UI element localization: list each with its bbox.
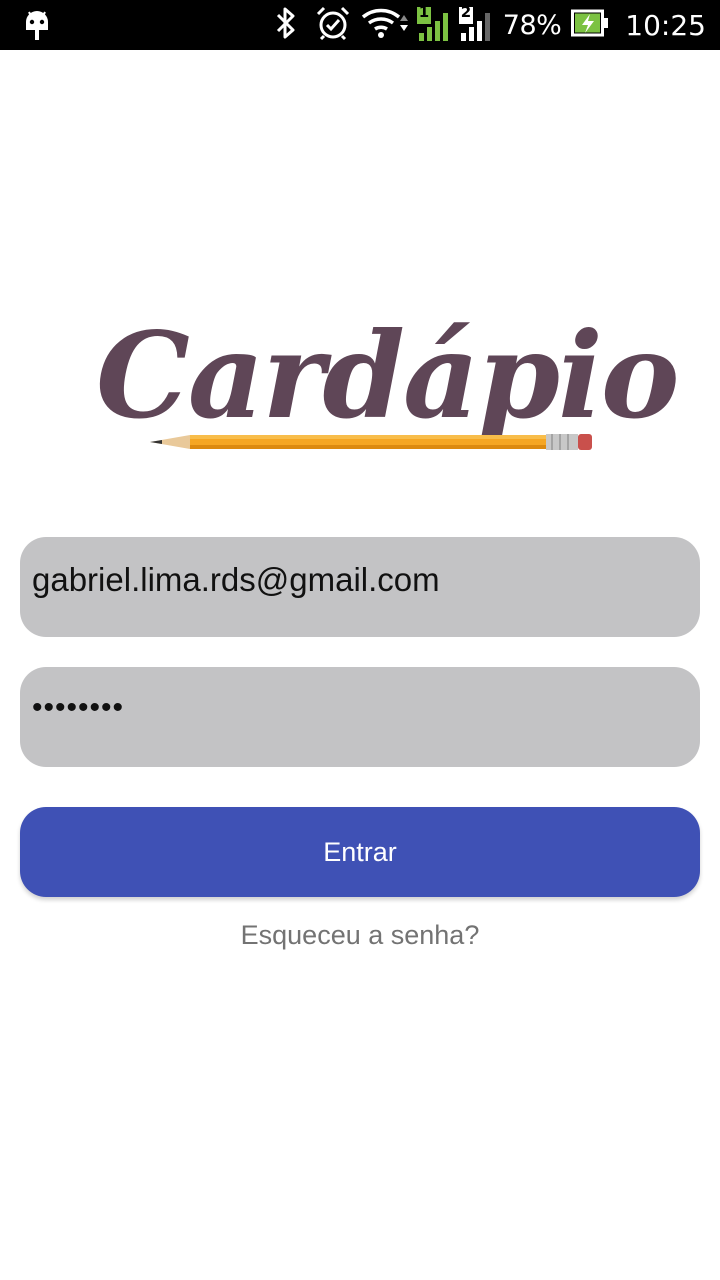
app-logo: Cardápio xyxy=(96,306,680,472)
alarm-icon xyxy=(315,5,351,46)
login-button[interactable]: Entrar xyxy=(20,807,700,897)
sim1-label: 1 xyxy=(418,3,430,21)
status-icons: 1 2 78% 10:25 xyxy=(273,0,706,50)
battery-percent: 78% xyxy=(502,9,562,41)
password-field[interactable] xyxy=(20,667,700,767)
wifi-icon xyxy=(361,6,411,45)
pencil-icon xyxy=(150,430,600,457)
signal-sim2-icon: 2 xyxy=(458,3,495,43)
android-debug-icon xyxy=(22,8,52,42)
battery-charging-icon xyxy=(571,8,609,43)
email-field[interactable] xyxy=(20,537,700,637)
password-input[interactable] xyxy=(32,691,688,725)
email-input[interactable] xyxy=(32,561,688,599)
clock: 10:25 xyxy=(625,8,706,42)
forgot-password-link[interactable]: Esqueceu a senha? xyxy=(0,920,720,951)
bluetooth-icon xyxy=(273,5,299,46)
sim2-label: 2 xyxy=(460,3,472,21)
status-bar: 1 2 78% 10:25 xyxy=(0,0,720,50)
logo-text: Cardápio xyxy=(96,306,680,445)
signal-sim1-icon: 1 xyxy=(416,3,453,43)
